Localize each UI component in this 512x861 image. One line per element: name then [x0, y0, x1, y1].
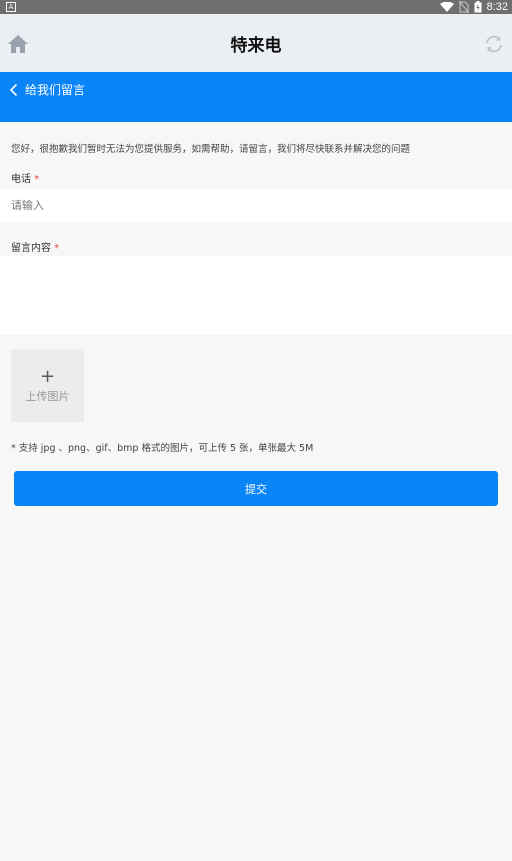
back-button[interactable]: 给我们留言	[9, 81, 85, 98]
no-sim-icon	[458, 1, 469, 13]
wifi-icon	[439, 2, 454, 12]
submit-button[interactable]: 提交	[14, 471, 498, 506]
app-bar: 特来电	[0, 14, 512, 72]
status-icons: 8:32	[439, 0, 508, 14]
plus-icon: +	[39, 365, 56, 387]
upload-label: 上传图片	[25, 389, 70, 403]
message-textarea[interactable]	[0, 256, 512, 335]
message-field[interactable]	[0, 256, 512, 335]
phone-input[interactable]	[0, 189, 512, 222]
message-label-text: 留言内容	[11, 243, 51, 254]
notice-text: 您好，很抱歉我们暂时无法为您提供服务，如需帮助，请留言，我们将尽快联系并解决您的…	[11, 144, 411, 155]
notification-a-icon: A	[6, 2, 16, 12]
page-title: 给我们留言	[25, 83, 86, 97]
phone-field[interactable]	[0, 189, 512, 222]
upload-hint: * 支持 jpg 、png、gif、bmp 格式的图片，可上传 5 张，单张最大…	[11, 443, 314, 454]
phone-label: 电话 *	[11, 170, 39, 185]
upload-image-button[interactable]: + 上传图片	[11, 349, 84, 422]
battery-icon	[474, 1, 482, 13]
page-header: 给我们留言	[0, 72, 512, 122]
refresh-icon[interactable]	[483, 33, 505, 55]
app-title: 特来电	[230, 36, 282, 56]
phone-label-text: 电话	[11, 174, 31, 185]
clock: 8:32	[486, 1, 508, 13]
phone-required-mark: *	[34, 174, 40, 185]
status-bar: A 8:32	[0, 0, 512, 14]
message-required-mark: *	[54, 243, 60, 254]
message-label: 留言内容 *	[11, 239, 59, 254]
chevron-left-icon	[9, 83, 18, 96]
